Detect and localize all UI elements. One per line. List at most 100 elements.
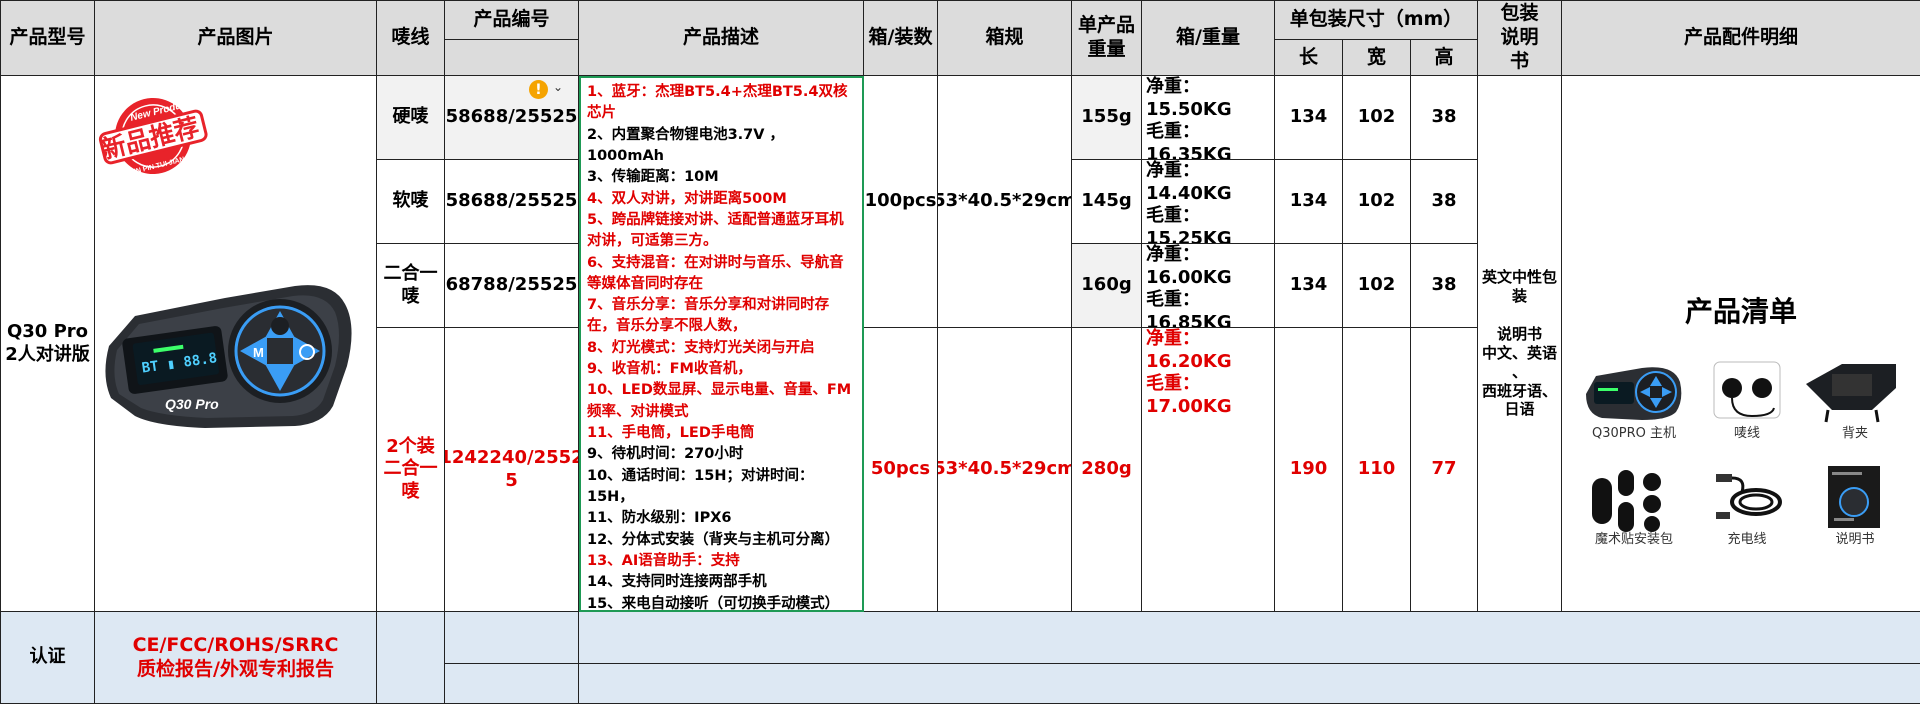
header-hgt[interactable]: 高 — [1411, 40, 1478, 76]
charging-cable-icon — [1716, 474, 1782, 519]
header-box-weight-text: 箱/重量 — [1176, 26, 1240, 49]
gross-4: 毛重：17.00KG — [1146, 373, 1232, 417]
header-box-spec-text: 箱规 — [985, 26, 1024, 49]
hgt-4[interactable]: 77 — [1411, 328, 1478, 612]
hgt-3-text: 38 — [1431, 274, 1457, 296]
box-spec-group2[interactable]: 53*40.5*29cm — [938, 328, 1072, 612]
header-wid[interactable]: 宽 — [1343, 40, 1411, 76]
wid-2[interactable]: 102 — [1343, 160, 1411, 244]
accessories-title: 产品清单 — [1684, 295, 1797, 328]
hgt-4-text: 77 — [1431, 458, 1457, 480]
header-pkg-size-text: 单包装尺寸（mm） — [1289, 8, 1463, 31]
len-1[interactable]: 134 — [1275, 76, 1343, 160]
header-image[interactable]: 产品图片 — [95, 0, 377, 76]
header-pkg-size[interactable]: 单包装尺寸（mm） — [1275, 0, 1478, 40]
box-qty-2: 50pcs — [870, 458, 931, 480]
len-3[interactable]: 134 — [1275, 244, 1343, 328]
hgt-2[interactable]: 38 — [1411, 160, 1478, 244]
cert-rest-bottom[interactable] — [579, 664, 1920, 704]
header-box-spec[interactable]: 箱规 — [938, 0, 1072, 76]
cert-code-top[interactable] — [445, 612, 579, 664]
header-model[interactable]: 产品型号 — [0, 0, 95, 76]
header-code[interactable]: 产品编号 — [445, 0, 579, 40]
code-cell-2[interactable]: 58688/25525 — [445, 160, 579, 244]
net-2: 净重：14.40KG — [1146, 160, 1232, 204]
header-accessories[interactable]: 产品配件明细 — [1562, 0, 1920, 76]
unit-weight-2[interactable]: 145g — [1072, 160, 1142, 244]
cable-4c: 唛 — [401, 480, 420, 502]
header-box-weight[interactable]: 箱/重量 — [1142, 0, 1275, 76]
box-spec-group1[interactable]: 53*40.5*29cm — [938, 76, 1072, 328]
cell-model[interactable]: Q30 Pro 2人对讲版 — [0, 76, 95, 612]
cert-code-bottom[interactable] — [445, 664, 579, 704]
wid-3[interactable]: 102 — [1343, 244, 1411, 328]
chevron-down-icon[interactable]: ⌄ — [553, 80, 563, 94]
description-line: 15、来电自动接听（可切换手动模式） — [587, 595, 840, 612]
description-line: 3、传输距离：10M — [587, 169, 719, 186]
cert-value[interactable]: CE/FCC/ROHS/SRRC 质检报告/外观专利报告 — [95, 612, 377, 704]
header-desc-text: 产品描述 — [682, 26, 759, 49]
cert-line2: 质检报告/外观专利报告 — [137, 657, 334, 680]
hgt-3[interactable]: 38 — [1411, 244, 1478, 328]
description-line: 11、防水级别：IPX6 — [587, 510, 732, 527]
box-weight-2[interactable]: 净重：14.40KG 毛重：15.25KG — [1142, 160, 1275, 244]
cert-rest-top[interactable] — [579, 612, 1920, 664]
unit-weight-2-text: 145g — [1081, 190, 1132, 212]
unit-weight-1[interactable]: 155g — [1072, 76, 1142, 160]
box-qty-group2[interactable]: 50pcs — [864, 328, 938, 612]
header-cable[interactable]: 唛线 — [377, 0, 445, 76]
cable-cell-1[interactable]: 硬唛 — [377, 76, 445, 160]
wid-2-text: 102 — [1357, 190, 1396, 212]
cable-cell-2[interactable]: 软唛 — [377, 160, 445, 244]
code-3: 68788/25525 — [445, 274, 578, 296]
model-line2: 2人对讲版 — [5, 343, 90, 365]
cable-4a: 2个装 — [386, 435, 435, 457]
gross-1: 毛重：16.35KG — [1146, 121, 1232, 160]
back-clip-icon — [1806, 364, 1896, 423]
cable-cell-3[interactable]: 二合一 唛 — [377, 244, 445, 328]
hgt-1[interactable]: 38 — [1411, 76, 1478, 160]
description-line: 9、收音机：FM收音机， — [587, 361, 752, 378]
header-model-text: 产品型号 — [9, 26, 86, 49]
cert-label[interactable]: 认证 — [0, 612, 95, 704]
cert-cable[interactable] — [377, 612, 445, 704]
acc-label-manual: 说明书 — [1835, 532, 1875, 547]
header-box-qty[interactable]: 箱/装数 — [864, 0, 938, 76]
description-line: 14、支持同时连接两部手机 — [587, 574, 767, 591]
box-weight-4[interactable]: 净重：16.20KG 毛重：17.00KG — [1142, 328, 1275, 612]
len-4[interactable]: 190 — [1275, 328, 1343, 612]
q30-pro-device-icon: BT ▮ 88.8 M Q30 Pro — [105, 285, 352, 428]
manual-cell[interactable]: 英文中性包装 说明书 中文、英语 、 西班牙语、 日语 — [1478, 76, 1562, 612]
cell-image[interactable]: New Products 新品推荐 XIN PIN TUI JIAN BT ▮ … — [95, 76, 377, 612]
unit-weight-4-text: 280g — [1081, 458, 1132, 480]
header-box-qty-text: 箱/装数 — [868, 26, 933, 49]
header-desc[interactable]: 产品描述 — [579, 0, 864, 76]
unit-weight-4[interactable]: 280g — [1072, 328, 1142, 612]
header-code-sub[interactable] — [445, 40, 579, 76]
box-qty-group1[interactable]: 100pcs — [864, 76, 938, 328]
manual-line5: 西班牙语、 — [1481, 381, 1557, 400]
wid-4[interactable]: 110 — [1343, 328, 1411, 612]
description-cell[interactable]: 1、蓝牙：杰理BT5.4+杰理BT5.4双核芯片 2、内置聚合物锂电池3.7V ，… — [579, 76, 864, 612]
code-cell-4[interactable]: 1242240/2552 5 — [445, 328, 579, 612]
code-cell-3[interactable]: 68788/25525 — [445, 244, 579, 328]
wid-1[interactable]: 102 — [1343, 76, 1411, 160]
svg-text:Q30 Pro: Q30 Pro — [165, 396, 219, 412]
wid-3-text: 102 — [1357, 274, 1396, 296]
svg-text:M: M — [253, 345, 264, 360]
box-weight-3[interactable]: 净重：16.00KG 毛重：16.85KG — [1142, 244, 1275, 328]
header-unit-weight[interactable]: 单产品重量 — [1072, 0, 1142, 76]
unit-weight-3[interactable]: 160g — [1072, 244, 1142, 328]
header-manual[interactable]: 包装说明书 — [1478, 0, 1562, 76]
warning-icon[interactable]: ! — [529, 80, 548, 99]
acc-label-cable: 唛线 — [1733, 426, 1760, 441]
header-len[interactable]: 长 — [1275, 40, 1343, 76]
cable-cell-4[interactable]: 2个装 二合一 唛 — [377, 328, 445, 612]
net-1: 净重：15.50KG — [1146, 76, 1232, 120]
accessories-cell[interactable]: 产品清单 Q30PRO 主机 唛线 背夹 魔术贴安装包 充电线 说明书 — [1562, 76, 1920, 612]
cert-line1: CE/FCC/ROHS/SRRC — [132, 633, 339, 656]
box-weight-1[interactable]: 净重：15.50KG 毛重：16.35KG — [1142, 76, 1275, 160]
cable-icon — [1713, 361, 1781, 419]
cable-3b: 唛 — [401, 285, 420, 307]
len-2[interactable]: 134 — [1275, 160, 1343, 244]
